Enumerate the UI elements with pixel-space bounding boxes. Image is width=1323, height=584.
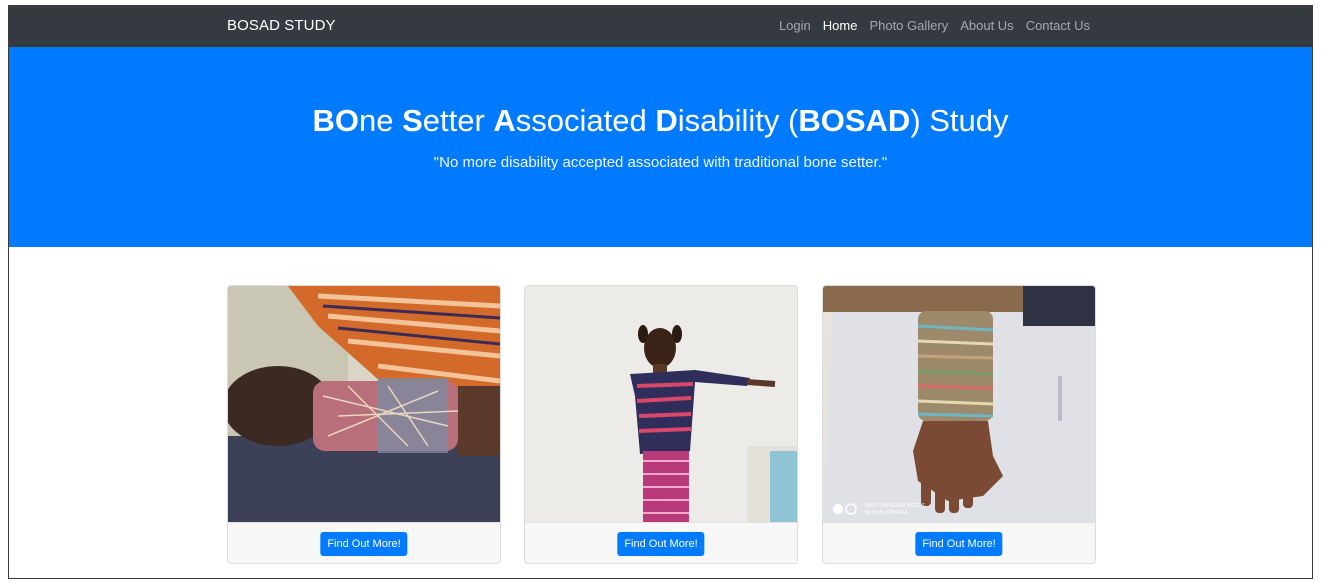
card-footer: Find Out More! xyxy=(823,522,1095,563)
nav-contact-us[interactable]: Contact Us xyxy=(1026,18,1090,33)
card-photo xyxy=(525,286,797,522)
gallery-card: SHOT ON REDMI NOTE 7 MI DUAL CAMERA Find… xyxy=(822,285,1096,564)
card-footer: Find Out More! xyxy=(525,522,797,563)
nav-about-us[interactable]: About Us xyxy=(960,18,1013,33)
hero-subtitle: "No more disability accepted associated … xyxy=(433,154,888,171)
navbar: BOSAD STUDY Login Home Photo Gallery Abo… xyxy=(9,6,1312,47)
find-out-more-button[interactable]: Find Out More! xyxy=(617,532,705,556)
browser-frame: BOSAD STUDY Login Home Photo Gallery Abo… xyxy=(8,5,1313,579)
gallery-card: Find Out More! xyxy=(524,285,798,564)
nav-photo-gallery[interactable]: Photo Gallery xyxy=(869,18,948,33)
hero-title: BOne Setter Associated Disability (BOSAD… xyxy=(312,103,1009,138)
card-photo: SHOT ON REDMI NOTE 7 MI DUAL CAMERA xyxy=(823,286,1095,522)
card-photo xyxy=(228,286,500,522)
card-footer: Find Out More! xyxy=(228,522,500,563)
brand-logo[interactable]: BOSAD STUDY xyxy=(227,17,336,34)
nav-home[interactable]: Home xyxy=(823,18,858,33)
hero-banner: BOne Setter Associated Disability (BOSAD… xyxy=(9,47,1312,247)
watermark-line-1: SHOT ON REDMI NOTE 7 xyxy=(865,503,925,509)
find-out-more-button[interactable]: Find Out More! xyxy=(915,532,1003,556)
find-out-more-button[interactable]: Find Out More! xyxy=(320,532,408,556)
gallery-card: Find Out More! xyxy=(227,285,501,564)
nav-login[interactable]: Login xyxy=(779,18,811,33)
nav-links: Login Home Photo Gallery About Us Contac… xyxy=(779,18,1090,33)
watermark-line-2: MI DUAL CAMERA xyxy=(865,510,909,516)
